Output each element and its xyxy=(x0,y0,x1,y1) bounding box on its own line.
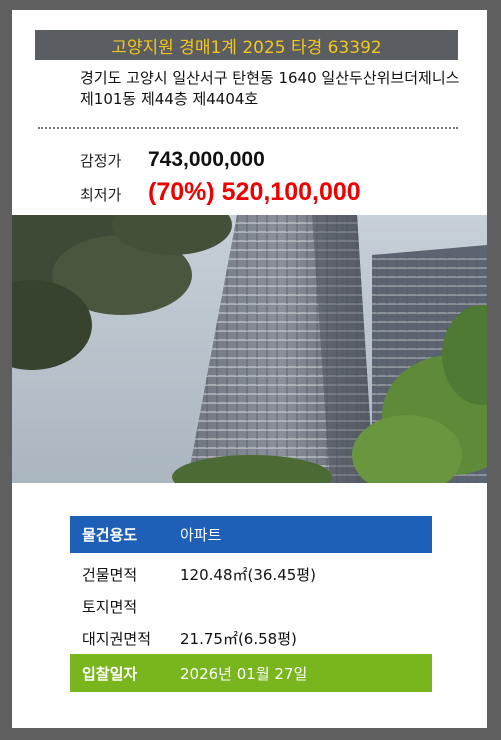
land-area-label: 토지면적 xyxy=(82,597,138,616)
land-area-row: 토지면적 xyxy=(70,590,432,622)
land-right-area-row: 대지권면적 21.75㎡(6.58평) xyxy=(70,622,432,654)
building-area-value: 120.48㎡(36.45평) xyxy=(180,565,316,584)
listing-card: 고양지원 경매1계 2025 타경 63392 경기도 고양시 일산서구 탄현동… xyxy=(12,10,487,728)
appraisal-price-row: 감정가 743,000,000 xyxy=(80,148,265,172)
building-photo-image xyxy=(12,215,487,483)
case-title: 고양지원 경매1계 2025 타경 63392 xyxy=(111,37,382,58)
bid-date-value: 2026년 01월 27일 xyxy=(180,664,308,683)
appraisal-label: 감정가 xyxy=(80,152,122,170)
building-photo xyxy=(12,215,487,483)
use-value: 아파트 xyxy=(180,526,222,544)
dotted-divider xyxy=(38,127,458,129)
land-right-area-value: 21.75㎡(6.58평) xyxy=(180,629,297,648)
case-title-bar: 고양지원 경매1계 2025 타경 63392 xyxy=(35,30,458,60)
bid-date-row: 입찰일자 2026년 01월 27일 xyxy=(70,654,432,692)
land-right-area-label: 대지권면적 xyxy=(82,629,152,648)
minimum-price-row: 최저가 (70%) 520,100,000 xyxy=(80,178,361,207)
property-info-table: 물건용도 아파트 건물면적 120.48㎡(36.45평) 토지면적 대지권면적… xyxy=(70,516,432,692)
minimum-label: 최저가 xyxy=(80,186,122,204)
appraisal-value: 743,000,000 xyxy=(148,148,265,171)
building-area-row: 건물면적 120.48㎡(36.45평) xyxy=(70,558,432,590)
property-address: 경기도 고양시 일산서구 탄현동 1640 일산두산위브더제니스 제101동 제… xyxy=(80,69,460,108)
building-area-label: 건물면적 xyxy=(82,565,138,584)
minimum-value: (70%) 520,100,000 xyxy=(148,178,361,206)
use-label: 물건용도 xyxy=(82,526,138,544)
use-row: 물건용도 아파트 xyxy=(70,516,432,553)
bid-date-label: 입찰일자 xyxy=(82,664,138,683)
